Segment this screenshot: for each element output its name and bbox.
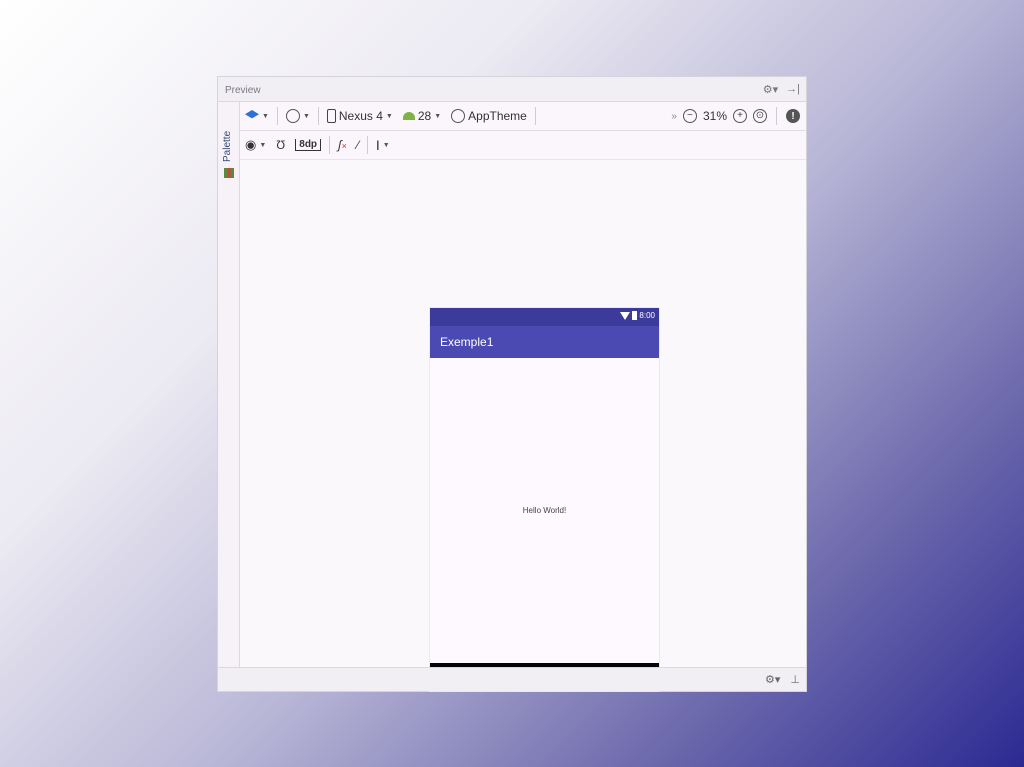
wifi-icon: [620, 311, 631, 320]
design-toolbar: ▼ ▼ Nexus 4 ▼ 28 ▼ AppTheme » − 31% + ⊙: [240, 102, 806, 131]
palette-strip: Palette: [218, 102, 240, 669]
battery-icon: [632, 311, 638, 320]
guideline-icon: I: [375, 137, 380, 153]
android-icon: [402, 112, 415, 120]
hide-panel-icon[interactable]: →|: [786, 83, 800, 96]
autoconnect-button[interactable]: Ʊ: [271, 131, 290, 159]
hide-panel-icon[interactable]: ⊥: [790, 673, 800, 686]
design-canvas[interactable]: 8:00 Exemple1 Hello World!: [240, 160, 806, 691]
collapse-icon[interactable]: »: [671, 111, 677, 122]
preview-window: Preview ⚙▾ →| Palette ▼ ▼ Nexus 4 ▼ 28 ▼: [217, 76, 807, 692]
status-icons: 8:00: [620, 311, 655, 320]
eye-icon: ◉: [245, 137, 257, 152]
rotate-icon: [285, 109, 300, 123]
margin-label: 8dp: [295, 139, 322, 151]
palette-tab[interactable]: Palette: [222, 131, 233, 162]
api-level-dropdown[interactable]: 28 ▼: [398, 102, 446, 130]
divider: [317, 107, 319, 125]
magic-wand-icon: ⁄: [356, 138, 359, 152]
constraint-toolbar: ◉ ▼ Ʊ 8dp ʃ× ⁄ I ▼: [240, 131, 806, 160]
app-title: Exemple1: [440, 335, 494, 349]
zoom-fit-icon[interactable]: ⊙: [753, 109, 767, 123]
app-bar: Exemple1: [430, 326, 659, 358]
bottom-actions: ⚙▾ ⊥: [765, 673, 800, 686]
palette-icon: [224, 168, 234, 178]
default-margin-button[interactable]: 8dp: [290, 131, 326, 159]
visibility-dropdown[interactable]: ◉ ▼: [240, 131, 271, 159]
chevron-down-icon: ▼: [434, 112, 442, 120]
magnet-icon: Ʊ: [276, 138, 286, 152]
settings-gear-icon[interactable]: ⚙▾: [763, 83, 778, 96]
divider: [366, 136, 368, 154]
zoom-level: 31%: [702, 109, 727, 123]
theme-label: AppTheme: [468, 109, 527, 123]
api-level-label: 28: [417, 109, 432, 123]
hello-text[interactable]: Hello World!: [430, 506, 659, 515]
status-bar: 8:00: [430, 308, 659, 326]
theme-icon: [451, 109, 466, 123]
chevron-down-icon: ▼: [385, 112, 393, 120]
design-surface-dropdown[interactable]: ▼: [240, 102, 274, 130]
device-label: Nexus 4: [338, 109, 383, 123]
divider: [276, 107, 278, 125]
divider: [534, 107, 536, 125]
device-preview[interactable]: 8:00 Exemple1 Hello World!: [430, 308, 659, 691]
infer-constraints-button[interactable]: ⁄: [352, 131, 364, 159]
clear-constraints-button[interactable]: ʃ×: [333, 131, 352, 159]
title-bar: Preview ⚙▾ →|: [218, 77, 806, 102]
zoom-in-icon[interactable]: +: [733, 109, 747, 123]
chevron-down-icon: ▼: [259, 141, 267, 149]
divider: [329, 136, 331, 154]
guidelines-dropdown[interactable]: I ▼: [371, 131, 395, 159]
theme-dropdown[interactable]: AppTheme: [446, 102, 532, 130]
phone-icon: [326, 109, 336, 123]
layers-icon: [245, 110, 259, 119]
title-actions: ⚙▾ →|: [763, 83, 800, 96]
zoom-controls: » − 31% + ⊙ !: [671, 107, 806, 125]
orientation-dropdown[interactable]: ▼: [281, 102, 315, 130]
status-time: 8:00: [639, 311, 655, 320]
chevron-down-icon: ▼: [382, 141, 390, 149]
clear-constraints-icon: ʃ×: [338, 138, 347, 152]
settings-gear-icon[interactable]: ⚙▾: [765, 673, 780, 686]
divider: [776, 107, 777, 125]
chevron-down-icon: ▼: [302, 112, 310, 120]
chevron-down-icon: ▼: [262, 112, 269, 120]
bottom-bar: ⚙▾ ⊥: [218, 667, 806, 691]
device-dropdown[interactable]: Nexus 4 ▼: [322, 102, 398, 130]
window-title: Preview: [225, 85, 261, 96]
zoom-out-icon[interactable]: −: [682, 109, 697, 123]
warnings-info-icon[interactable]: !: [786, 109, 800, 123]
